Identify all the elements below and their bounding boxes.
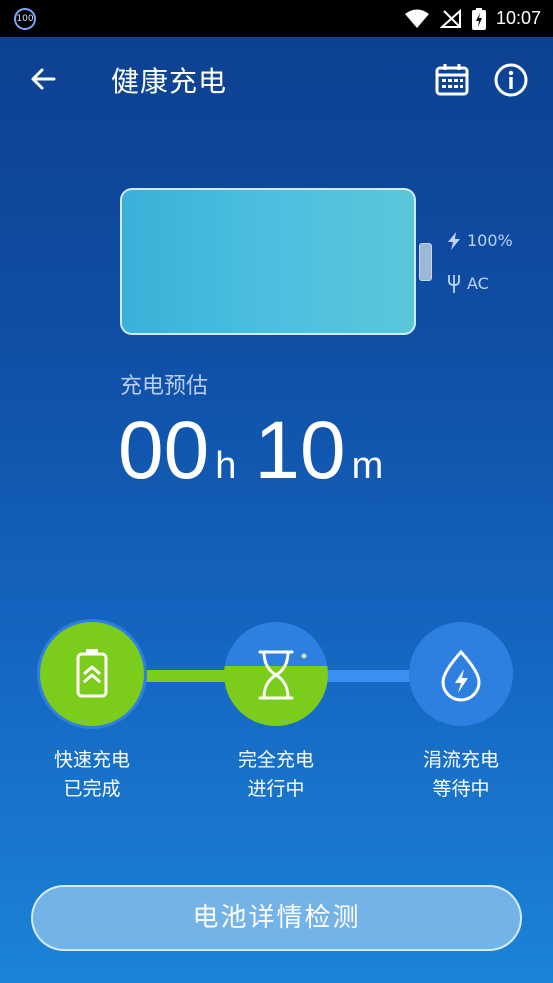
step-title: 快速充电	[53, 749, 130, 771]
power-source: AC	[447, 273, 489, 293]
step-label-fast-charge: 快速充电 已完成	[12, 746, 172, 804]
step-label-full-charge: 完全充电 进行中	[196, 746, 356, 804]
estimate-label: 充电预估	[120, 374, 209, 399]
notification-badge-icon: 100	[14, 8, 36, 30]
progress-track-done	[138, 670, 234, 682]
estimate-hours-unit: h	[215, 445, 237, 487]
step-title: 涓流充电	[422, 749, 499, 771]
estimate-minutes-unit: m	[351, 445, 384, 487]
battery-charging-icon	[471, 7, 486, 30]
hourglass-icon	[258, 650, 307, 700]
step-title: 完全充电	[237, 749, 314, 771]
wifi-icon	[404, 9, 429, 28]
page-title: 健康充电	[111, 65, 228, 98]
status-bar: 100 10:07	[0, 0, 553, 37]
step-status: 已完成	[63, 778, 121, 800]
battery-percent: 100%	[447, 231, 513, 250]
no-signal-icon	[439, 8, 461, 28]
app-bar: 健康充电	[0, 37, 553, 125]
step-fast-charge	[40, 622, 144, 726]
back-arrow-icon[interactable]	[24, 59, 64, 99]
plug-icon	[448, 275, 460, 293]
estimate-time: 00 h 10 m	[118, 410, 401, 492]
progress-track-pending	[320, 670, 420, 682]
power-source-value: AC	[467, 273, 489, 293]
trickle-drop-icon	[441, 649, 481, 702]
info-icon[interactable]	[493, 62, 529, 98]
battery-detail-button[interactable]: 电池详情检测	[31, 885, 522, 951]
estimate-minutes: 10	[254, 405, 346, 496]
battery-percent-value: 100%	[467, 231, 513, 250]
status-icons: 10:07	[404, 0, 541, 37]
clock: 10:07	[495, 8, 541, 28]
step-full-charge	[224, 622, 328, 726]
battery-graphic	[120, 188, 416, 335]
calendar-icon[interactable]	[433, 61, 471, 99]
step-status: 进行中	[247, 778, 305, 800]
lightning-icon	[448, 231, 460, 250]
step-label-trickle-charge: 涓流充电 等待中	[381, 746, 541, 804]
battery-fast-charge-icon	[76, 649, 108, 698]
step-status: 等待中	[432, 778, 490, 800]
step-trickle-charge	[409, 622, 513, 726]
battery-terminal	[419, 243, 432, 281]
estimate-hours: 00	[118, 405, 210, 496]
